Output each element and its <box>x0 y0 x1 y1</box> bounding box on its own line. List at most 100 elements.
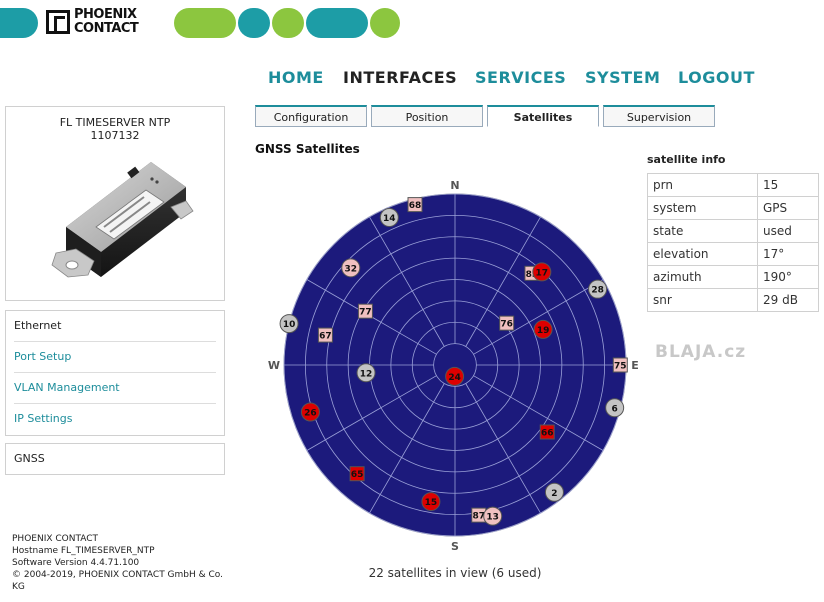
satellite-prn-label: 13 <box>486 513 499 523</box>
compass-south: S <box>451 540 459 553</box>
info-value: used <box>757 219 819 243</box>
satellite-marker[interactable]: 14 <box>379 207 399 227</box>
satellite-marker[interactable]: 17 <box>532 262 552 282</box>
decor-pill <box>370 8 400 38</box>
satellite-prn-label: 2 <box>551 489 557 499</box>
satellite-prn-label: 65 <box>351 470 364 480</box>
satellite-prn-label: 12 <box>360 369 373 379</box>
table-row: snr 29 dB <box>647 288 819 312</box>
satellite-prn-label: 26 <box>304 408 317 418</box>
satellite-marker[interactable]: 76 <box>499 315 515 331</box>
satellite-prn-label: 76 <box>500 320 513 330</box>
satellite-marker[interactable]: 67 <box>317 327 333 343</box>
footer-software-version: Software Version 4.4.71.100 <box>12 558 140 568</box>
satellite-marker[interactable]: 19 <box>533 319 553 339</box>
satellite-marker[interactable]: 65 <box>349 466 365 482</box>
brand-header: PHOENIX CONTACT <box>0 0 420 46</box>
tab-position[interactable]: Position <box>371 105 483 127</box>
tab-supervision[interactable]: Supervision <box>603 105 715 127</box>
info-value: GPS <box>757 196 819 220</box>
nav-interfaces[interactable]: INTERFACES <box>343 68 457 87</box>
compass-west: W <box>268 359 280 372</box>
device-part-number: 1107132 <box>90 129 140 142</box>
logo-mark-icon <box>46 10 70 34</box>
satellite-count: 22 satellites in view (6 used) <box>368 566 542 580</box>
table-row: elevation 17° <box>647 242 819 266</box>
satellite-prn-label: 87 <box>473 512 486 522</box>
decor-pill <box>272 8 304 38</box>
logo-line2: CONTACT <box>74 21 139 36</box>
satellite-marker[interactable]: 10 <box>279 314 299 334</box>
section-title: GNSS Satellites <box>255 142 360 156</box>
nav-logout[interactable]: LOGOUT <box>678 68 755 87</box>
footer-hostname: Hostname FL_TIMESERVER_NTP <box>12 546 155 556</box>
satellite-marker[interactable]: 24 <box>445 366 465 386</box>
satellite-marker[interactable]: 2 <box>544 482 564 502</box>
decor-pill <box>174 8 236 38</box>
table-row: prn 15 <box>647 173 819 197</box>
satellite-marker[interactable]: 26 <box>300 402 320 422</box>
table-row: system GPS <box>647 196 819 220</box>
info-key: elevation <box>647 242 758 266</box>
info-key: system <box>647 196 758 220</box>
device-name: FL TIMESERVER NTP <box>59 116 171 129</box>
watermark: BLAJA.cz <box>655 342 747 362</box>
nav-system[interactable]: SYSTEM <box>585 68 660 87</box>
footer-copyright: © 2004-2019, PHOENIX CONTACT GmbH & Co. <box>12 570 224 580</box>
info-value: 17° <box>757 242 819 266</box>
nav-services[interactable]: SERVICES <box>475 68 566 87</box>
satellite-marker[interactable]: 12 <box>356 363 376 383</box>
satellite-marker[interactable]: 66 <box>539 424 555 440</box>
compass-east: E <box>631 359 639 372</box>
info-key: state <box>647 219 758 243</box>
table-row: state used <box>647 219 819 243</box>
footer-copyright-cont: KG <box>12 582 25 592</box>
satellite-marker[interactable]: 68 <box>407 197 423 213</box>
satellite-prn-label: 17 <box>536 268 549 278</box>
satellite-info-title: satellite info <box>647 153 726 166</box>
satellite-marker[interactable]: 28 <box>588 279 608 299</box>
satellite-prn-label: 19 <box>537 326 550 336</box>
satellite-info-table: prn 15 system GPS state used elevation 17° a… <box>647 173 819 312</box>
footer-company: PHOENIX CONTACT <box>12 534 99 544</box>
satellite-marker[interactable]: 15 <box>421 492 441 512</box>
satellite-prn-label: 68 <box>409 201 422 211</box>
satellite-prn-label: 10 <box>283 320 296 330</box>
sidebar-item-port-setup[interactable]: Port Setup <box>14 342 216 373</box>
satellite-prn-label: 15 <box>425 498 438 508</box>
decor-pill <box>0 8 38 38</box>
info-key: snr <box>647 288 758 312</box>
compass-north: N <box>450 179 459 192</box>
sidebar-item-vlan-management[interactable]: VLAN Management <box>14 373 216 404</box>
sidebar-item-gnss[interactable]: GNSS <box>5 443 225 475</box>
info-key: azimuth <box>647 265 758 289</box>
sidebar-header-ethernet: Ethernet <box>14 311 216 342</box>
sidebar-item-ip-settings[interactable]: IP Settings <box>14 404 216 434</box>
satellite-prn-label: 6 <box>612 404 618 414</box>
satellite-marker[interactable]: 77 <box>357 303 373 319</box>
info-value: 15 <box>757 173 819 197</box>
satellite-prn-label: 66 <box>541 429 554 439</box>
table-row: azimuth 190° <box>647 265 819 289</box>
gnss-sky-plot: N E S W 14683285172877761910677512 2426 66… <box>268 179 639 553</box>
satellite-prn-label: 28 <box>591 286 604 296</box>
logo-line1: PHOENIX <box>74 7 137 22</box>
satellite-prn-label: 67 <box>319 332 332 342</box>
tab-configuration[interactable]: Configuration <box>255 105 367 127</box>
satellite-marker[interactable]: 75 <box>612 357 628 373</box>
decor-pill <box>306 8 368 38</box>
nav-home[interactable]: HOME <box>268 68 324 87</box>
phoenix-contact-logo[interactable]: PHOENIX CONTACT <box>44 8 170 38</box>
satellite-marker[interactable]: 32 <box>341 258 361 278</box>
satellite-marker[interactable]: 13 <box>483 506 503 526</box>
info-value: 190° <box>757 265 819 289</box>
tab-satellites[interactable]: Satellites <box>487 105 599 127</box>
decor-pill <box>238 8 270 38</box>
device-image <box>51 162 194 278</box>
satellite-prn-label: 32 <box>345 264 358 274</box>
satellite-marker[interactable]: 6 <box>605 398 625 418</box>
sidebar-item-label: GNSS <box>14 452 45 465</box>
info-key: prn <box>647 173 758 197</box>
info-value: 29 dB <box>757 288 819 312</box>
satellite-prn-label: 75 <box>614 362 627 372</box>
